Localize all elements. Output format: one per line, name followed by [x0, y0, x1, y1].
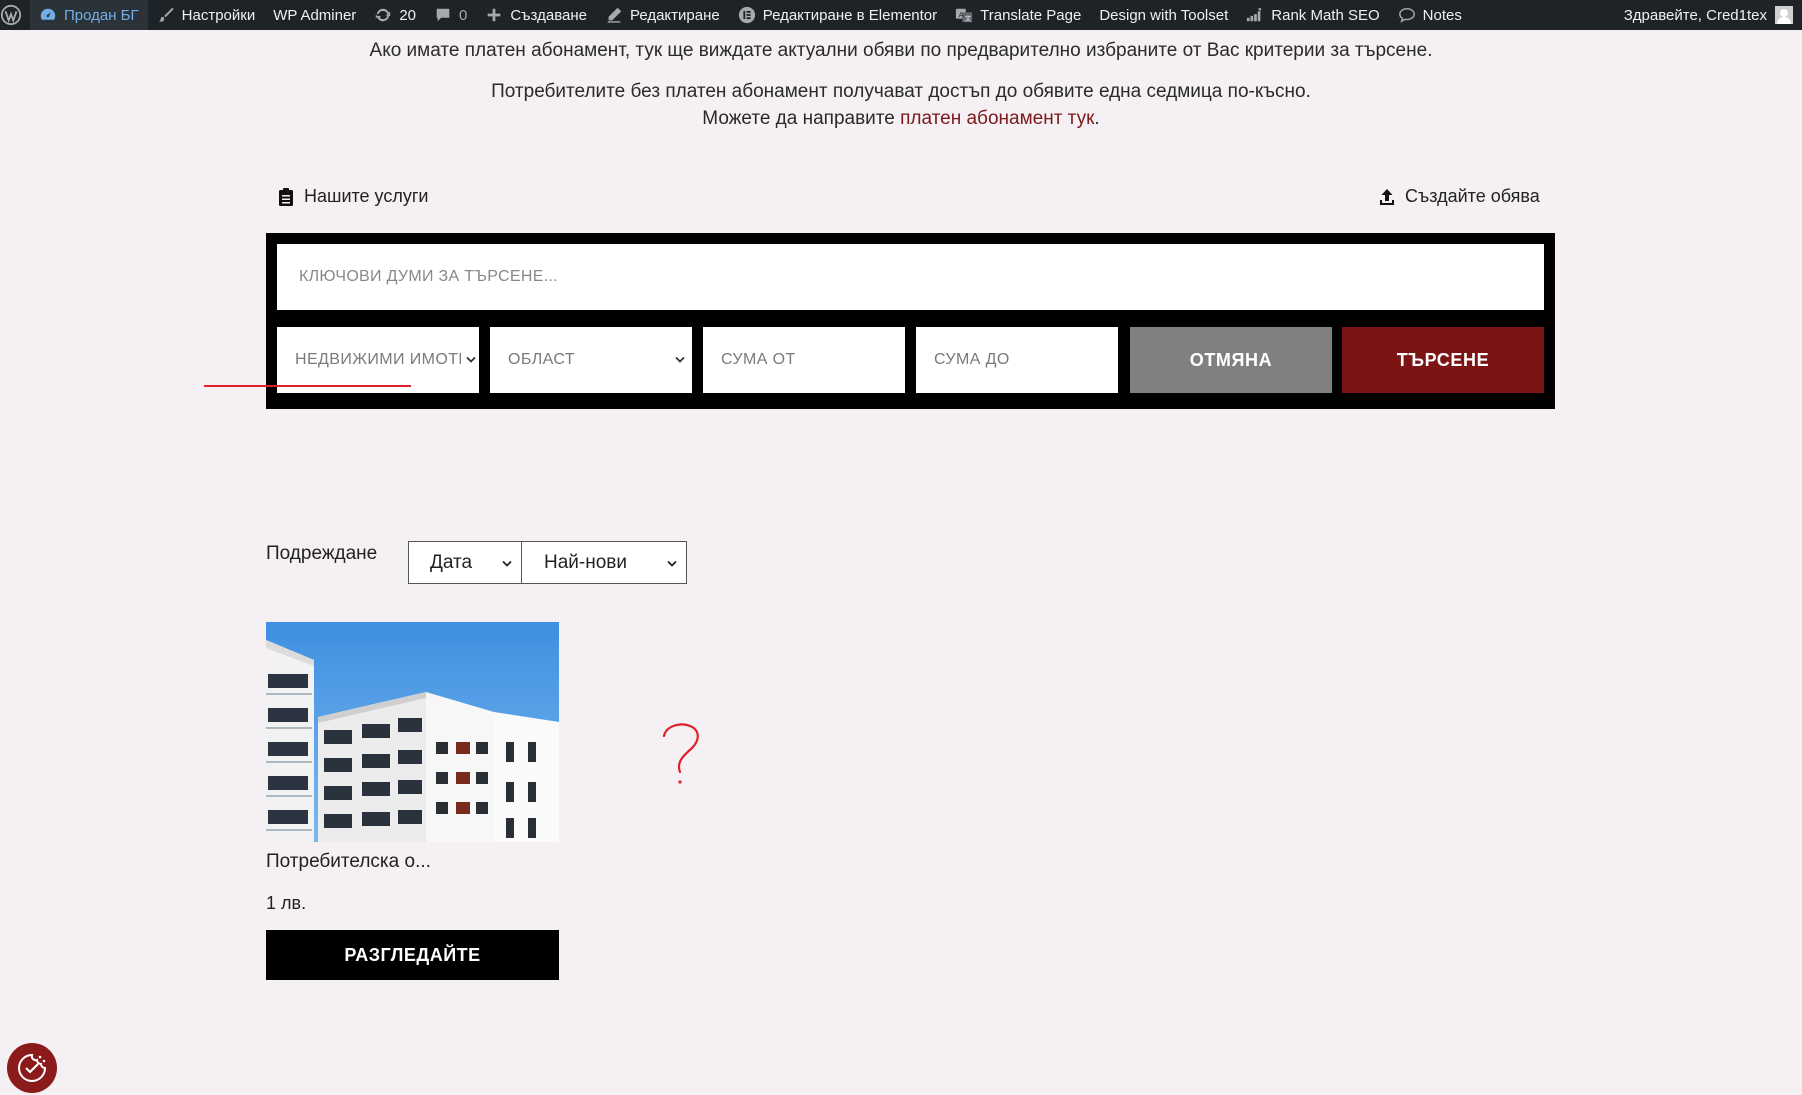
toolset-menu[interactable]: Design with Toolset	[1090, 0, 1237, 30]
site-name-menu[interactable]: Продан БГ	[30, 0, 148, 30]
comments-menu[interactable]: 0	[425, 0, 476, 30]
view-listing-button[interactable]: РАЗГЛЕДАЙТЕ	[266, 930, 559, 980]
account-menu[interactable]: Здравейте, Cred1tex	[1615, 0, 1802, 30]
chevron-down-icon	[667, 560, 677, 567]
listing-price: 1 лв.	[266, 893, 307, 913]
translate-label: Translate Page	[980, 6, 1082, 24]
keywords-placeholder: КЛЮЧОВИ ДУМИ ЗА ТЪРСЕНЕ...	[299, 268, 558, 285]
elementor-menu[interactable]: Редактиране в Elementor	[729, 0, 946, 30]
new-content-menu[interactable]: Създаване	[476, 0, 596, 30]
subscribe-cta-suffix: .	[1094, 108, 1100, 129]
comments-count: 0	[459, 6, 468, 24]
chevron-down-icon	[502, 560, 512, 567]
translate-menu[interactable]: A文 Translate Page	[946, 0, 1090, 30]
create-ad-label: Създайте обява	[1405, 186, 1540, 206]
dashboard-icon	[40, 8, 56, 20]
comment-icon	[436, 8, 450, 22]
svg-text:文: 文	[965, 13, 972, 22]
settings-menu[interactable]: Настройки	[148, 0, 265, 30]
subscription-link[interactable]: платен абонамент тук	[900, 108, 1094, 129]
rank-math-icon	[1247, 7, 1262, 22]
toolset-label: Design with Toolset	[1099, 6, 1229, 24]
brush-icon	[158, 7, 174, 22]
our-services-label: Нашите услуги	[304, 186, 429, 206]
sort-field-value: Дата	[430, 551, 473, 573]
cancel-button[interactable]: ОТМЯНА	[1130, 327, 1332, 393]
notes-menu[interactable]: Notes	[1389, 0, 1471, 30]
settings-label: Настройки	[181, 6, 256, 24]
subscription-info-text: Ако имате платен абонамент, тук ще вижда…	[369, 40, 1433, 61]
sort-order-select[interactable]: Най-нови	[521, 541, 687, 584]
edit-label: Редактиране	[629, 6, 720, 24]
wp-admin-bar: Продан БГ Настройки WP Adminer 20 0 Създ…	[0, 0, 1802, 30]
free-users-info-text: Потребителите без платен абонамент получ…	[491, 81, 1311, 102]
wp-adminer-menu[interactable]: WP Adminer	[264, 0, 365, 30]
sort-field-select[interactable]: Дата	[408, 541, 522, 584]
chevron-down-icon	[675, 356, 685, 363]
listing-title[interactable]: Потребителска о...	[266, 851, 431, 873]
subscribe-cta-text: Можете да направите платен абонамент тук…	[0, 108, 1802, 130]
cookie-check-icon	[18, 1053, 47, 1082]
wordpress-logo-menu[interactable]	[0, 0, 30, 30]
pencil-icon	[607, 7, 622, 23]
edit-menu[interactable]: Редактиране	[596, 0, 729, 30]
elementor-label: Редактиране в Elementor	[762, 6, 938, 24]
apartment-building-image	[266, 622, 559, 842]
updates-count: 20	[399, 6, 416, 24]
updates-menu[interactable]: 20	[365, 0, 425, 30]
rank-math-label: Rank Math SEO	[1271, 6, 1380, 24]
updates-icon	[376, 8, 391, 22]
chevron-down-icon	[461, 353, 477, 365]
category-value: НЕДВИЖИМИ ИМОТИ	[295, 351, 471, 368]
site-name: Продан БГ	[64, 6, 139, 24]
user-greeting: Здравейте, Cred1tex	[1623, 6, 1767, 24]
keywords-search-input[interactable]: КЛЮЧОВИ ДУМИ ЗА ТЪРСЕНЕ...	[277, 244, 1544, 310]
upload-icon	[1380, 188, 1394, 205]
region-value: ОБЛАСТ	[508, 351, 575, 368]
create-label: Създаване	[510, 6, 587, 24]
question-mark-annotation	[662, 723, 699, 784]
svg-text:A: A	[959, 10, 964, 19]
region-select[interactable]: ОБЛАСТ	[490, 327, 692, 393]
red-annotation-underline	[204, 385, 411, 387]
our-services-link[interactable]: Нашите услуги	[278, 186, 428, 207]
sort-order-value: Най-нови	[544, 551, 627, 573]
amount-to-input[interactable]: СУМА ДО	[916, 327, 1118, 393]
elementor-icon	[738, 6, 755, 24]
plus-icon	[488, 8, 501, 22]
amount-from-placeholder: СУМА ОТ	[721, 351, 796, 368]
search-form: КЛЮЧОВИ ДУМИ ЗА ТЪРСЕНЕ... НЕДВИЖИМИ ИМО…	[266, 233, 1555, 409]
wordpress-logo-icon	[0, 4, 22, 26]
category-select[interactable]: НЕДВИЖИМИ ИМОТИ	[277, 327, 479, 393]
clipboard-icon	[279, 187, 293, 206]
amount-to-placeholder: СУМА ДО	[934, 351, 1010, 368]
create-ad-link[interactable]: Създайте обява	[1379, 186, 1540, 207]
notes-bubble-icon	[1398, 7, 1415, 23]
wp-adminer-label: WP Adminer	[273, 6, 357, 24]
sort-label: Подреждане	[266, 543, 378, 564]
listing-thumbnail[interactable]	[266, 622, 559, 842]
cookie-settings-button[interactable]	[7, 1043, 57, 1093]
search-button[interactable]: ТЪРСЕНЕ	[1342, 327, 1544, 393]
translate-icon: A文	[956, 8, 973, 22]
notes-label: Notes	[1422, 6, 1462, 24]
subscribe-cta-prefix: Можете да направите	[702, 108, 901, 129]
amount-from-input[interactable]: СУМА ОТ	[703, 327, 905, 393]
rank-math-menu[interactable]: Rank Math SEO	[1237, 0, 1388, 30]
avatar	[1775, 6, 1793, 24]
